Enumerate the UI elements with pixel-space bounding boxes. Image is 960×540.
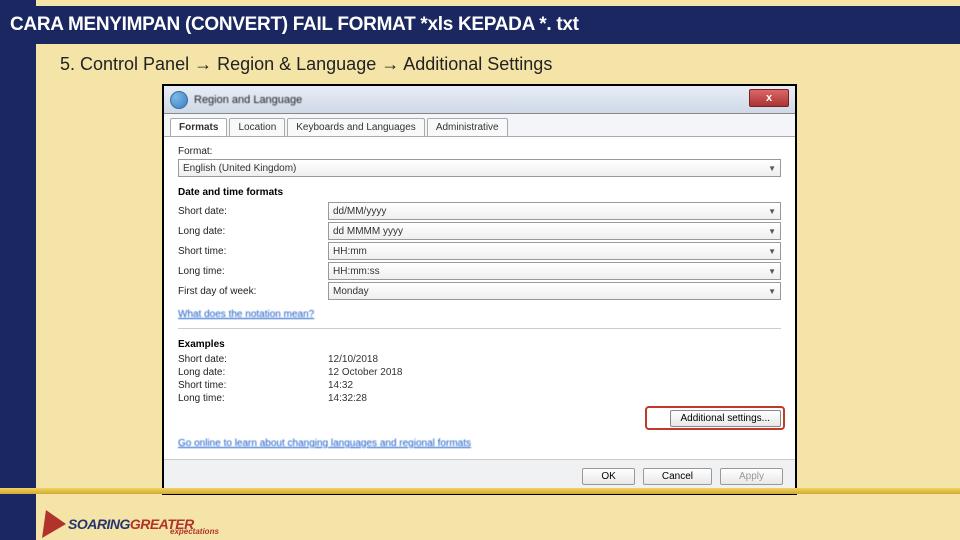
examples-title: Examples (178, 339, 781, 350)
first-day-label: First day of week: (178, 286, 328, 297)
row-first-day: First day of week: Monday ▼ (178, 282, 781, 300)
ex-short-time: Short time: 14:32 (178, 380, 781, 391)
region-language-dialog: Region and Language x Formats Location K… (162, 84, 797, 495)
chevron-down-icon: ▼ (768, 267, 776, 276)
format-label: Format: (178, 146, 781, 157)
dialog-body: Format: English (United Kingdom) ▼ Date … (164, 137, 795, 459)
logo-sub: expectations (170, 527, 219, 536)
short-date-dropdown[interactable]: dd/MM/yyyy ▼ (328, 202, 781, 220)
format-dropdown[interactable]: English (United Kingdom) ▼ (178, 159, 781, 177)
short-time-dropdown[interactable]: HH:mm ▼ (328, 242, 781, 260)
slide-subtitle: 5. Control Panel → Region & Language → A… (60, 54, 552, 75)
chevron-down-icon: ▼ (768, 247, 776, 256)
first-day-value: Monday (333, 286, 369, 297)
ex-short-date-label: Short date: (178, 354, 328, 365)
cancel-button[interactable]: Cancel (643, 468, 712, 485)
chevron-down-icon: ▼ (768, 287, 776, 296)
ex-short-time-value: 14:32 (328, 380, 353, 391)
window-title: Region and Language (194, 94, 302, 106)
ex-long-date-label: Long date: (178, 367, 328, 378)
ex-short-time-label: Short time: (178, 380, 328, 391)
notation-link[interactable]: What does the notation mean? (178, 309, 314, 320)
logo-flag-icon (42, 510, 68, 538)
globe-icon (170, 91, 188, 109)
logo-soaring: SOARING (68, 516, 130, 532)
row-short-date: Short date: dd/MM/yyyy ▼ (178, 202, 781, 220)
ex-short-date: Short date: 12/10/2018 (178, 354, 781, 365)
ex-long-time-value: 14:32:28 (328, 393, 367, 404)
short-time-label: Short time: (178, 246, 328, 257)
tab-keyboards[interactable]: Keyboards and Languages (287, 118, 425, 136)
row-long-time: Long time: HH:mm:ss ▼ (178, 262, 781, 280)
tab-formats[interactable]: Formats (170, 118, 227, 136)
divider (178, 328, 781, 329)
slide-left-stripe (0, 0, 36, 540)
short-date-value: dd/MM/yyyy (333, 206, 386, 217)
chevron-down-icon: ▼ (768, 227, 776, 236)
window-titlebar: Region and Language x (164, 86, 795, 114)
tab-strip: Formats Location Keyboards and Languages… (164, 114, 795, 137)
format-value: English (United Kingdom) (183, 163, 296, 174)
ok-button[interactable]: OK (582, 468, 634, 485)
footer-stripe (0, 488, 960, 494)
row-short-time: Short time: HH:mm ▼ (178, 242, 781, 260)
short-time-value: HH:mm (333, 246, 367, 257)
datetime-group-title: Date and time formats (178, 187, 781, 198)
ex-long-date-value: 12 October 2018 (328, 367, 403, 378)
chevron-down-icon: ▼ (768, 207, 776, 216)
short-date-label: Short date: (178, 206, 328, 217)
slide-title: CARA MENYIMPAN (CONVERT) FAIL FORMAT *xl… (10, 14, 579, 36)
first-day-dropdown[interactable]: Monday ▼ (328, 282, 781, 300)
long-time-label: Long time: (178, 266, 328, 277)
ex-long-time: Long time: 14:32:28 (178, 393, 781, 404)
tab-location[interactable]: Location (229, 118, 285, 136)
long-date-label: Long date: (178, 226, 328, 237)
online-help-link[interactable]: Go online to learn about changing langua… (178, 438, 471, 449)
ex-long-date: Long date: 12 October 2018 (178, 367, 781, 378)
tab-administrative[interactable]: Administrative (427, 118, 508, 136)
long-date-dropdown[interactable]: dd MMMM yyyy ▼ (328, 222, 781, 240)
close-button[interactable]: x (749, 89, 789, 107)
chevron-down-icon: ▼ (768, 164, 776, 173)
additional-settings-button[interactable]: Additional settings... (670, 410, 782, 427)
long-time-value: HH:mm:ss (333, 266, 380, 277)
apply-button[interactable]: Apply (720, 468, 783, 485)
long-time-dropdown[interactable]: HH:mm:ss ▼ (328, 262, 781, 280)
ex-long-time-label: Long time: (178, 393, 328, 404)
slide-title-bar: CARA MENYIMPAN (CONVERT) FAIL FORMAT *xl… (0, 6, 960, 44)
long-date-value: dd MMMM yyyy (333, 226, 403, 237)
ex-short-date-value: 12/10/2018 (328, 354, 378, 365)
row-long-date: Long date: dd MMMM yyyy ▼ (178, 222, 781, 240)
